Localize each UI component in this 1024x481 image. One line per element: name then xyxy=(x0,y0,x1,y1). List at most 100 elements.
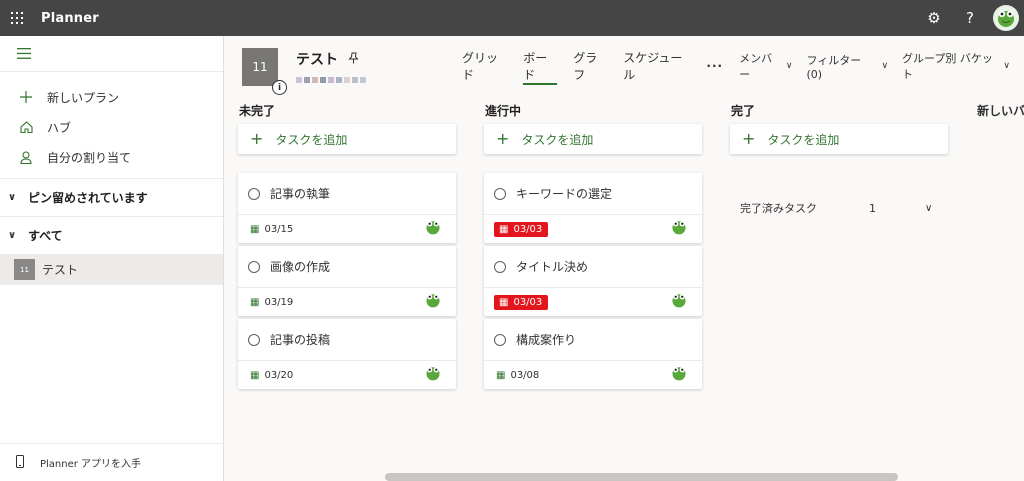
calendar-icon: ▦ xyxy=(250,369,260,381)
nav-new-plan-label: 新しいプラン xyxy=(47,90,120,105)
all-label: すべて xyxy=(28,229,63,243)
complete-checkbox[interactable] xyxy=(494,260,506,273)
plan-title[interactable]: テスト xyxy=(296,49,338,69)
phone-icon xyxy=(16,454,24,471)
due-date-late[interactable]: ▦ 03/03 xyxy=(494,221,549,237)
all-section[interactable]: ∨ すべて xyxy=(0,217,223,254)
completed-count: 1 xyxy=(869,201,876,215)
assignee-avatar[interactable] xyxy=(424,218,442,236)
app-name[interactable]: Planner xyxy=(41,11,99,26)
nav-my-assignments-label: 自分の割り当て xyxy=(47,150,132,165)
new-bucket-label[interactable]: 新しいバケット xyxy=(977,102,1024,119)
assignee-avatar[interactable] xyxy=(424,364,442,382)
chevron-down-icon: ∨ xyxy=(881,61,889,71)
bucket-title[interactable]: 進行中 xyxy=(484,102,702,124)
task-card[interactable]: 記事の投稿 ▦ 03/20 xyxy=(238,319,456,389)
nav-hub[interactable]: ハブ xyxy=(0,112,223,142)
due-date[interactable]: ▦ 03/20 xyxy=(250,370,293,381)
due-date-late[interactable]: ▦ 03/03 xyxy=(494,294,549,310)
bucket-not-started: 未完了 + タスクを追加 記事の執筆 ▦ 03/15 画像の作成 ▦ 03/19 記事… xyxy=(238,102,456,392)
plan-badge: 11 xyxy=(14,259,35,280)
complete-checkbox[interactable] xyxy=(248,260,260,273)
nav-hub-label: ハブ xyxy=(47,120,72,135)
home-icon xyxy=(19,120,33,134)
gear-icon[interactable]: ⚙ xyxy=(916,0,952,36)
add-task-button[interactable]: + タスクを追加 xyxy=(730,124,948,154)
nav-my-assignments[interactable]: 自分の割り当て xyxy=(0,142,223,172)
chevron-down-icon: ∨ xyxy=(8,192,17,203)
bucket-title[interactable]: 未完了 xyxy=(238,102,456,124)
pin-icon[interactable] xyxy=(348,52,359,67)
tab-schedule[interactable]: スケジュール xyxy=(623,51,690,82)
complete-checkbox[interactable] xyxy=(248,333,260,346)
tab-board[interactable]: ボード xyxy=(523,51,558,85)
help-icon[interactable]: ? xyxy=(952,0,988,36)
chevron-down-icon: ∨ xyxy=(925,202,933,214)
complete-checkbox[interactable] xyxy=(494,333,506,346)
task-name: 構成案作り xyxy=(516,333,577,347)
add-task-label: タスクを追加 xyxy=(767,132,840,147)
due-date-text: 03/20 xyxy=(264,369,294,381)
due-date[interactable]: ▦ 03/08 xyxy=(496,370,539,381)
assignee-avatar[interactable] xyxy=(670,291,688,309)
bucket-completed: 完了 + タスクを追加 xyxy=(730,102,948,173)
plus-icon xyxy=(19,90,33,104)
task-card[interactable]: 構成案作り ▦ 03/08 xyxy=(484,319,702,389)
get-app-label: Planner アプリを入手 xyxy=(40,459,142,470)
plan-subtitle-redacted xyxy=(296,77,368,83)
add-task-label: タスクを追加 xyxy=(275,132,348,147)
members-dropdown[interactable]: メンバー ∨ xyxy=(739,50,792,82)
due-date-text: 03/15 xyxy=(264,223,294,235)
task-card[interactable]: タイトル決め ▦ 03/03 xyxy=(484,246,702,316)
sidebar-item-plan[interactable]: 11 テスト xyxy=(0,254,223,285)
calendar-icon: ▦ xyxy=(250,223,260,235)
completed-tasks-label: 完了済みタスク xyxy=(740,202,817,215)
group-by-dropdown[interactable]: グループ別 バケット ∨ xyxy=(902,50,1010,82)
task-card[interactable]: 画像の作成 ▦ 03/19 xyxy=(238,246,456,316)
completed-tasks-toggle[interactable]: 完了済みタスク 1 ∨ xyxy=(730,200,948,216)
due-date[interactable]: ▦ 03/19 xyxy=(250,297,293,308)
sidebar: 新しいプラン ハブ 自分の割り当て ∨ ピン留めされています ∨ すべて 11 … xyxy=(0,36,224,481)
plus-icon: + xyxy=(496,129,510,148)
task-name: キーワードの選定 xyxy=(516,187,613,201)
more-tabs-button[interactable]: ··· xyxy=(706,59,723,73)
task-name: 記事の執筆 xyxy=(270,187,331,201)
filter-label: フィルター (0) xyxy=(806,53,862,81)
pinned-label: ピン留めされています xyxy=(28,191,148,205)
add-task-button[interactable]: + タスクを追加 xyxy=(484,124,702,154)
get-app-link[interactable]: Planner アプリを入手 xyxy=(0,443,224,481)
assignee-avatar[interactable] xyxy=(670,218,688,236)
plan-header: 11 i テスト xyxy=(242,48,368,95)
hamburger-menu-icon[interactable] xyxy=(0,36,223,72)
add-task-button[interactable]: + タスクを追加 xyxy=(238,124,456,154)
plan-label: テスト xyxy=(42,263,79,277)
person-icon xyxy=(19,150,33,164)
app-launcher-icon[interactable] xyxy=(1,0,33,36)
main-area: 11 i テスト グリッド ボード グラフ スケジュール ··· メンバー ∨ フ… xyxy=(225,36,1024,481)
info-icon[interactable]: i xyxy=(272,80,287,95)
nav-new-plan[interactable]: 新しいプラン xyxy=(0,82,223,112)
assignee-avatar[interactable] xyxy=(424,291,442,309)
plan-logo[interactable]: 11 i xyxy=(242,48,287,95)
assignee-avatar[interactable] xyxy=(670,364,688,382)
complete-checkbox[interactable] xyxy=(494,187,506,200)
task-card[interactable]: 記事の執筆 ▦ 03/15 xyxy=(238,173,456,243)
due-date[interactable]: ▦ 03/15 xyxy=(250,224,293,235)
due-date-text: 03/08 xyxy=(510,369,540,381)
tab-grid[interactable]: グリッド xyxy=(462,51,507,82)
horizontal-scrollbar[interactable] xyxy=(385,473,898,481)
plus-icon: + xyxy=(250,129,264,148)
top-bar: Planner ⚙ ? xyxy=(0,0,1024,36)
complete-checkbox[interactable] xyxy=(248,187,260,200)
tab-chart[interactable]: グラフ xyxy=(573,51,607,82)
add-task-label: タスクを追加 xyxy=(521,132,594,147)
pinned-section[interactable]: ∨ ピン留めされています xyxy=(0,179,223,216)
task-card[interactable]: キーワードの選定 ▦ 03/03 xyxy=(484,173,702,243)
calendar-icon: ▦ xyxy=(250,296,260,308)
due-date-text: 03/03 xyxy=(513,223,543,235)
bucket-title[interactable]: 完了 xyxy=(730,102,948,124)
calendar-icon: ▦ xyxy=(499,223,509,235)
user-avatar[interactable] xyxy=(988,0,1024,36)
filter-dropdown[interactable]: フィルター (0) ∨ xyxy=(806,52,888,81)
members-label: メンバー xyxy=(739,52,773,81)
